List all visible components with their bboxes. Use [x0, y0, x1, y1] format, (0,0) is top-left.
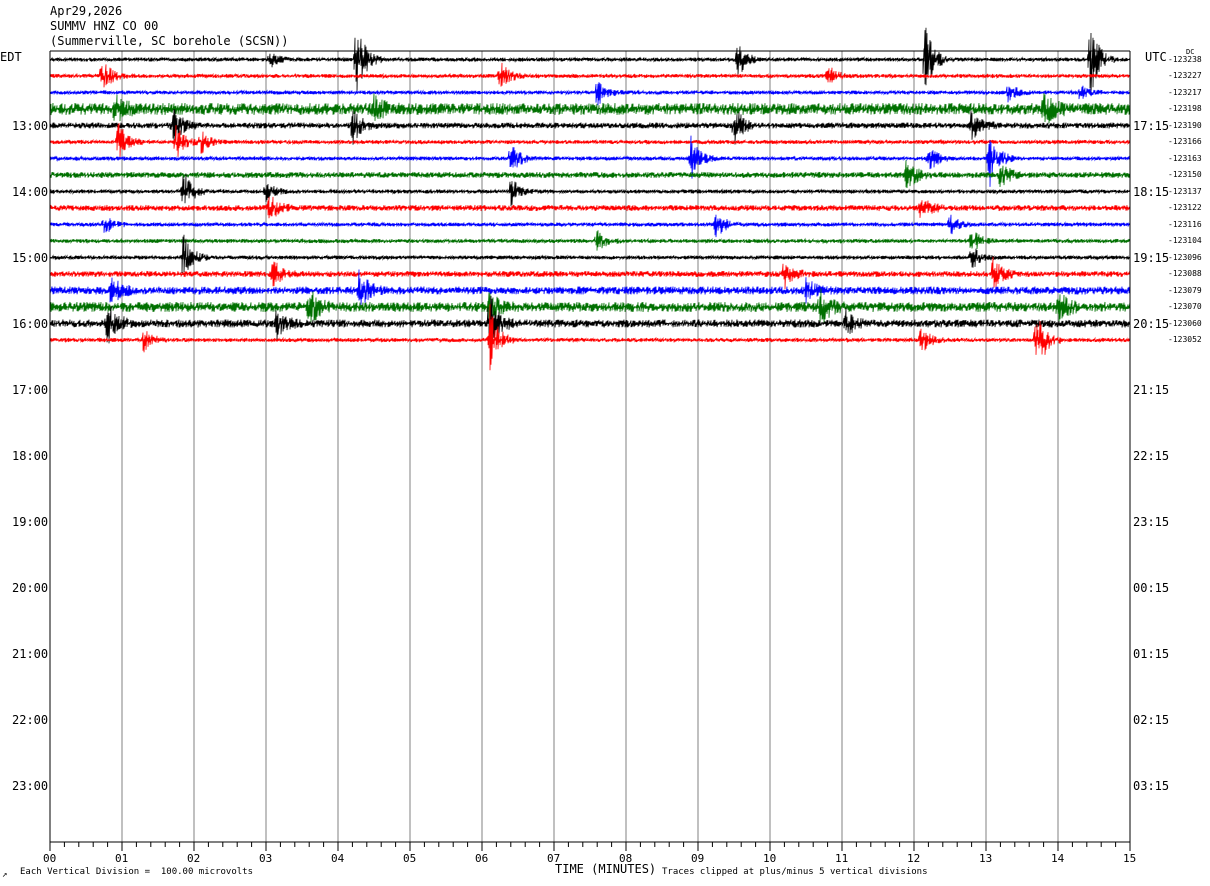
right-hour-label: 01:15 — [1133, 646, 1170, 661]
x-tick-label: 09 — [691, 852, 705, 865]
trace-offset-label: -123052 — [1168, 335, 1202, 344]
trace-offset-label: -123088 — [1168, 269, 1202, 278]
trace-offset-label: -123070 — [1168, 302, 1202, 311]
trace-offset-label: -123060 — [1168, 318, 1202, 328]
header-station: SUMMV HNZ CO 00 — [50, 19, 159, 33]
trace-offset-label: -123227 — [1168, 71, 1202, 80]
trace-offset-label: -123096 — [1168, 252, 1202, 262]
trace-offset-label: -123116 — [1168, 219, 1202, 229]
trace-line — [49, 62, 1131, 88]
trace-offset-label: -123079 — [1168, 285, 1202, 295]
trace-line — [49, 214, 1131, 238]
right-hour-label: 03:15 — [1133, 778, 1170, 793]
x-tick-label: 06 — [475, 852, 489, 865]
left-hour-label: 13:00 — [12, 118, 49, 133]
x-axis-title: TIME (MINUTES) — [555, 862, 657, 876]
x-tick-label: 02 — [187, 852, 201, 865]
left-hour-label: 14:00 — [12, 184, 49, 199]
trace-offset-label: -123163 — [1168, 153, 1202, 163]
trace-offset-label: -123137 — [1168, 186, 1202, 196]
trace-offset-label: -123104 — [1168, 236, 1202, 245]
trace-line — [49, 288, 1131, 325]
x-tick-label: 01 — [115, 852, 129, 865]
plot-axes — [49, 50, 1131, 851]
left-hour-label: 16:00 — [12, 316, 49, 331]
scale-note: Each Vertical Division = 100.00 microvol… — [20, 867, 253, 877]
x-tick-label: 15 — [1123, 852, 1137, 865]
x-tick-label: 14 — [1051, 852, 1065, 865]
header-date: Apr29,2026 — [50, 4, 123, 18]
trace-offset-label: -123217 — [1168, 87, 1202, 97]
trace-line — [49, 173, 1131, 207]
right-hour-label: 21:15 — [1133, 382, 1170, 397]
right-hour-label: 02:15 — [1133, 712, 1170, 727]
trace-offset-label: -123150 — [1168, 170, 1202, 179]
x-tick-label: 10 — [763, 852, 777, 865]
trace-line — [49, 93, 1131, 124]
x-tick-label: 04 — [331, 852, 345, 865]
minute-gridlines — [121, 51, 1059, 842]
x-tick-label: 05 — [403, 852, 417, 865]
trace-line — [49, 123, 1131, 159]
trace-offset-label: -123198 — [1168, 104, 1202, 113]
trace-offset-label: -123238 — [1168, 54, 1202, 64]
x-tick-label: 00 — [43, 852, 57, 865]
right-hour-label: 00:15 — [1133, 580, 1170, 595]
trace-line — [49, 304, 1131, 371]
trace-line — [49, 82, 1131, 106]
left-hour-label: 18:00 — [12, 448, 49, 463]
trace-line — [49, 160, 1131, 189]
seismogram-traces — [49, 27, 1131, 371]
left-hour-label: 21:00 — [12, 646, 49, 661]
corner-mark: ↗ — [2, 870, 8, 880]
right-hour-label: 18:15 — [1133, 184, 1170, 199]
left-hour-label: 20:00 — [12, 580, 49, 595]
right-hour-label: 23:15 — [1133, 514, 1170, 529]
trace-offset-label: -123122 — [1168, 203, 1202, 212]
trace-line — [49, 230, 1131, 251]
trace-offset-label: -123166 — [1168, 137, 1202, 146]
clip-note: Traces clipped at plus/minus 5 vertical … — [662, 867, 928, 877]
left-hour-label: 23:00 — [12, 778, 49, 793]
x-tick-label: 13 — [979, 852, 993, 865]
trace-line — [49, 196, 1131, 219]
header-location: (Summerville, SC borehole (SCSN)) — [50, 34, 289, 48]
x-tick-label: 12 — [907, 852, 921, 865]
left-hour-label: 22:00 — [12, 712, 49, 727]
x-tick-label: 03 — [259, 852, 273, 865]
right-hour-label: 22:15 — [1133, 448, 1170, 463]
left-hour-label: 15:00 — [12, 250, 49, 265]
edt-label: EDT — [0, 50, 22, 64]
right-hour-label: 20:15 — [1133, 316, 1170, 331]
left-hour-label: 17:00 — [12, 382, 49, 397]
right-hour-label: 17:15 — [1133, 118, 1170, 133]
trace-line — [49, 256, 1131, 290]
utc-label: UTC — [1145, 50, 1167, 64]
left-hour-label: 19:00 — [12, 514, 49, 529]
x-tick-label: 11 — [835, 852, 849, 865]
right-hour-label: 19:15 — [1133, 250, 1170, 265]
trace-offset-label: -123190 — [1168, 120, 1202, 130]
helicorder-plot — [49, 27, 1131, 851]
